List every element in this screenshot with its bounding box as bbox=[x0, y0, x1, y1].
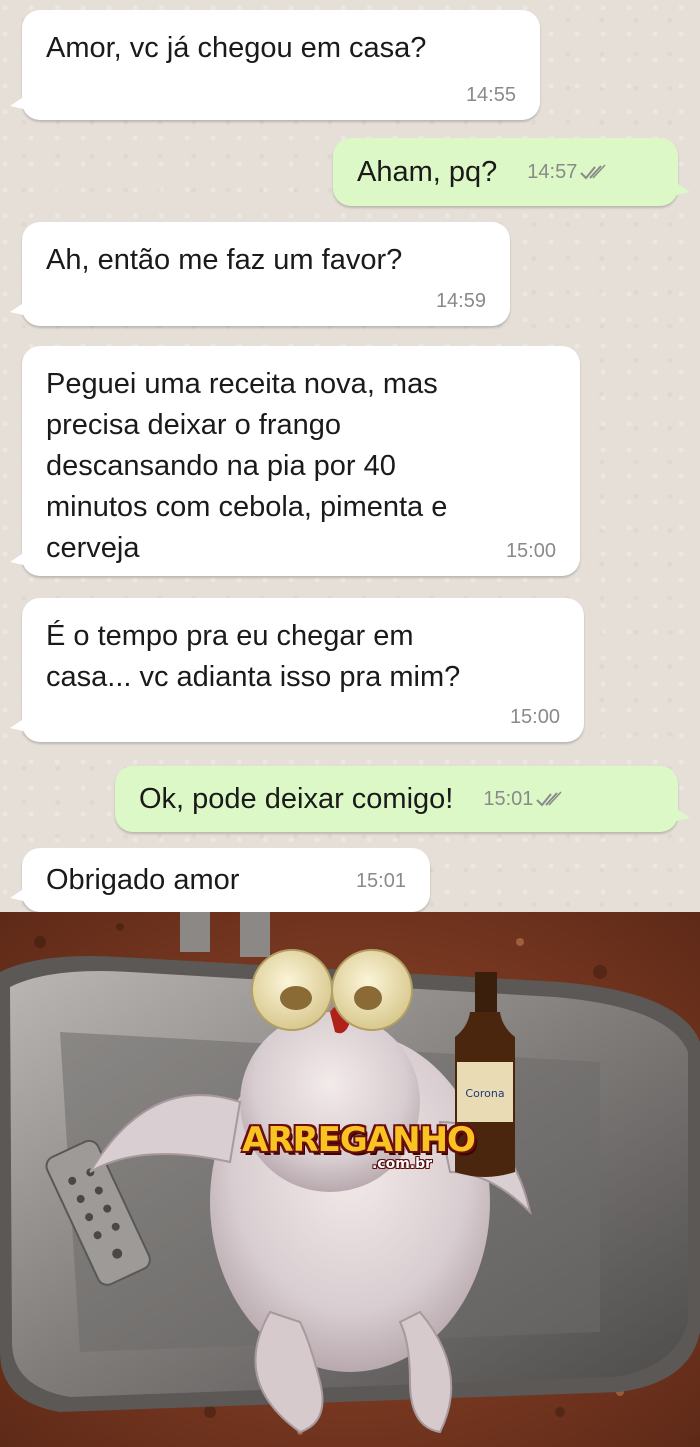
message-bubble-outgoing[interactable]: Aham, pq? 14:57 bbox=[333, 138, 690, 206]
message-bubble-incoming[interactable]: Ah, então me faz um favor? 14:59 bbox=[10, 222, 510, 326]
message-time: 15:00 bbox=[509, 706, 560, 728]
chicken-in-sink-illustration: Corona bbox=[0, 912, 700, 1447]
message-text: Ah, então me faz um favor? bbox=[46, 244, 403, 276]
message-text: Ok, pode deixar comigo! bbox=[139, 782, 454, 815]
message-bubble-incoming[interactable]: Obrigado amor 15:01 bbox=[10, 848, 430, 912]
message-bubble-incoming[interactable]: Amor, vc já chegou em casa? 14:55 bbox=[10, 10, 540, 120]
read-ticks-icon bbox=[536, 791, 562, 807]
message-time: 15:01 bbox=[355, 870, 406, 892]
attached-photo[interactable]: Corona bbox=[0, 912, 700, 1447]
message-time: 15:01 bbox=[483, 787, 534, 810]
message-bubble-incoming[interactable]: Peguei uma receita nova, mas precisa dei… bbox=[10, 346, 580, 576]
message-text: Aham, pq? bbox=[357, 155, 498, 188]
watermark-logo: ARREGANHO .com.br bbox=[242, 1120, 476, 1172]
message-time-wrap: 14:57 bbox=[527, 152, 609, 193]
message-text: É o tempo pra eu chegar em casa... vc ad… bbox=[46, 620, 461, 693]
message-text: Peguei uma receita nova, mas precisa dei… bbox=[46, 368, 448, 564]
message-bubble-incoming[interactable]: É o tempo pra eu chegar em casa... vc ad… bbox=[10, 598, 584, 742]
read-ticks-icon bbox=[580, 164, 606, 180]
message-text: Obrigado amor bbox=[46, 863, 240, 896]
message-time: 15:00 bbox=[505, 540, 556, 562]
watermark-text: ARREGANHO bbox=[242, 1120, 476, 1160]
chat-thread: Amor, vc já chegou em casa? 14:55 Aham, … bbox=[0, 0, 700, 912]
message-bubble-outgoing[interactable]: Ok, pode deixar comigo! 15:01 bbox=[115, 766, 690, 832]
message-time: 14:55 bbox=[465, 84, 516, 106]
message-time: 14:59 bbox=[435, 290, 486, 312]
message-time-wrap: 15:01 bbox=[483, 779, 565, 820]
message-time: 14:57 bbox=[527, 160, 578, 183]
bottle-label: Corona bbox=[465, 1087, 504, 1100]
message-text: Amor, vc já chegou em casa? bbox=[46, 32, 427, 64]
